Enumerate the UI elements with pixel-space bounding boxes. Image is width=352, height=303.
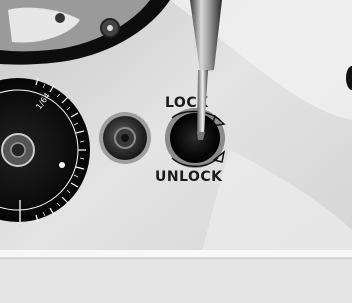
lock-hole	[170, 113, 220, 163]
hex-screw	[99, 112, 151, 164]
photo-frame: 1/64 LOCK UNLOCK	[0, 0, 352, 303]
unlock-label: UNLOCK	[155, 169, 223, 185]
bottom-band	[0, 258, 352, 303]
machine-panel-photo: 1/64 LOCK UNLOCK	[0, 0, 352, 303]
